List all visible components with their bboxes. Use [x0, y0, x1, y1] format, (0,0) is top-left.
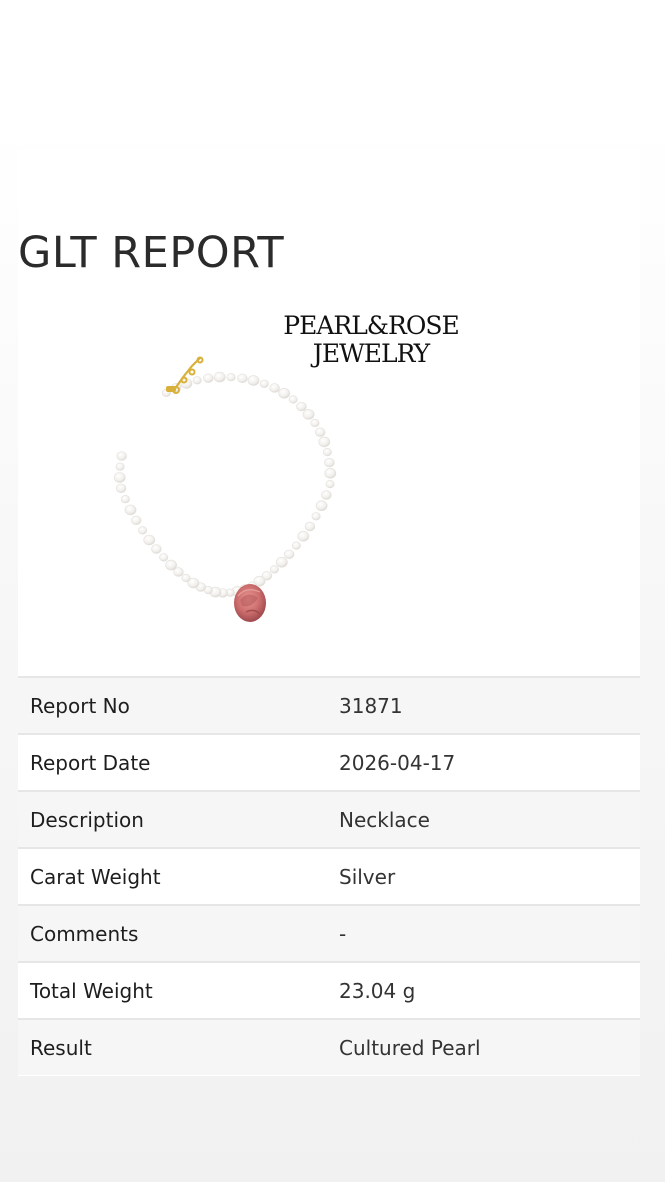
table-row: Total Weight 23.04 g [18, 961, 640, 1018]
row-value: - [339, 921, 347, 946]
pearl-bead [247, 375, 260, 386]
pearl-bead [259, 379, 269, 388]
pearl-bead [116, 451, 127, 461]
table-row: Report No 31871 [18, 676, 640, 733]
report-title: GLT REPORT [18, 228, 285, 278]
pearl-bead [165, 559, 177, 571]
pearl-bead [226, 373, 236, 382]
row-value: Cultured Pearl [339, 1035, 481, 1060]
pearl-bead [237, 373, 248, 383]
table-row: Report Date 2026-04-17 [18, 733, 640, 790]
pearl-bead [297, 531, 310, 542]
row-label: Comments [30, 921, 139, 946]
row-label: Result [30, 1035, 92, 1060]
pearl-bead [115, 462, 125, 471]
pearl-bead [269, 565, 279, 574]
pearl-bead [315, 427, 326, 437]
row-label: Description [30, 807, 144, 832]
pearl-bead [143, 534, 156, 546]
pearl-bead [115, 483, 127, 494]
pearl-bead [315, 500, 328, 511]
brand-logo-line1: PEARL&ROSE [283, 311, 460, 340]
pearl-bead [296, 401, 307, 412]
table-row: Result Cultured Pearl [18, 1018, 640, 1075]
pearl-bead [213, 371, 226, 383]
pearl-bead [159, 553, 169, 562]
pearl-bead [120, 495, 130, 504]
row-label: Total Weight [30, 978, 153, 1003]
row-value: Silver [339, 864, 396, 889]
row-value: 23.04 g [339, 978, 416, 1003]
pearl-bead [275, 556, 288, 568]
report-card: GLT REPORT PEARL&ROSE JEWELRY Report No … [18, 150, 640, 1076]
necklace-image [113, 356, 337, 622]
row-value: 2026-04-17 [339, 750, 456, 775]
pearl-bead [124, 504, 137, 516]
pearl-bead [151, 544, 162, 554]
pearl-bead [302, 409, 315, 420]
pearl-bead [324, 457, 335, 468]
pearl-bead [304, 521, 316, 532]
row-label: Carat Weight [30, 864, 161, 889]
table-row: Comments - [18, 904, 640, 961]
row-value: Necklace [339, 807, 430, 832]
pearl-bead [138, 526, 148, 535]
rose-pendant [234, 584, 266, 622]
pearl-bead [318, 436, 331, 448]
pearl-bead [322, 447, 332, 457]
pearl-bead [278, 387, 291, 399]
pearl-bead [321, 490, 332, 500]
report-details-table: Report No 31871 Report Date 2026-04-17 D… [18, 676, 640, 1075]
pearl-bead [131, 515, 142, 526]
row-label: Report Date [30, 750, 151, 775]
pearl-bead [291, 541, 301, 550]
table-row: Description Necklace [18, 790, 640, 847]
pearl-bead [192, 376, 202, 385]
pearl-bead [325, 480, 335, 489]
pearl-strand [113, 371, 337, 598]
row-value: 31871 [339, 693, 403, 718]
row-label: Report No [30, 693, 130, 718]
pearl-bead [288, 395, 298, 404]
pearl-bead [113, 472, 126, 483]
pearl-bead [324, 468, 337, 479]
pearl-bead [311, 512, 321, 521]
table-row: Carat Weight Silver [18, 847, 640, 904]
pearl-bead [284, 549, 295, 560]
pearl-bead [310, 418, 320, 428]
pearl-bead [203, 373, 214, 383]
pearl-bead [181, 573, 191, 583]
pearl-bead [269, 383, 280, 393]
